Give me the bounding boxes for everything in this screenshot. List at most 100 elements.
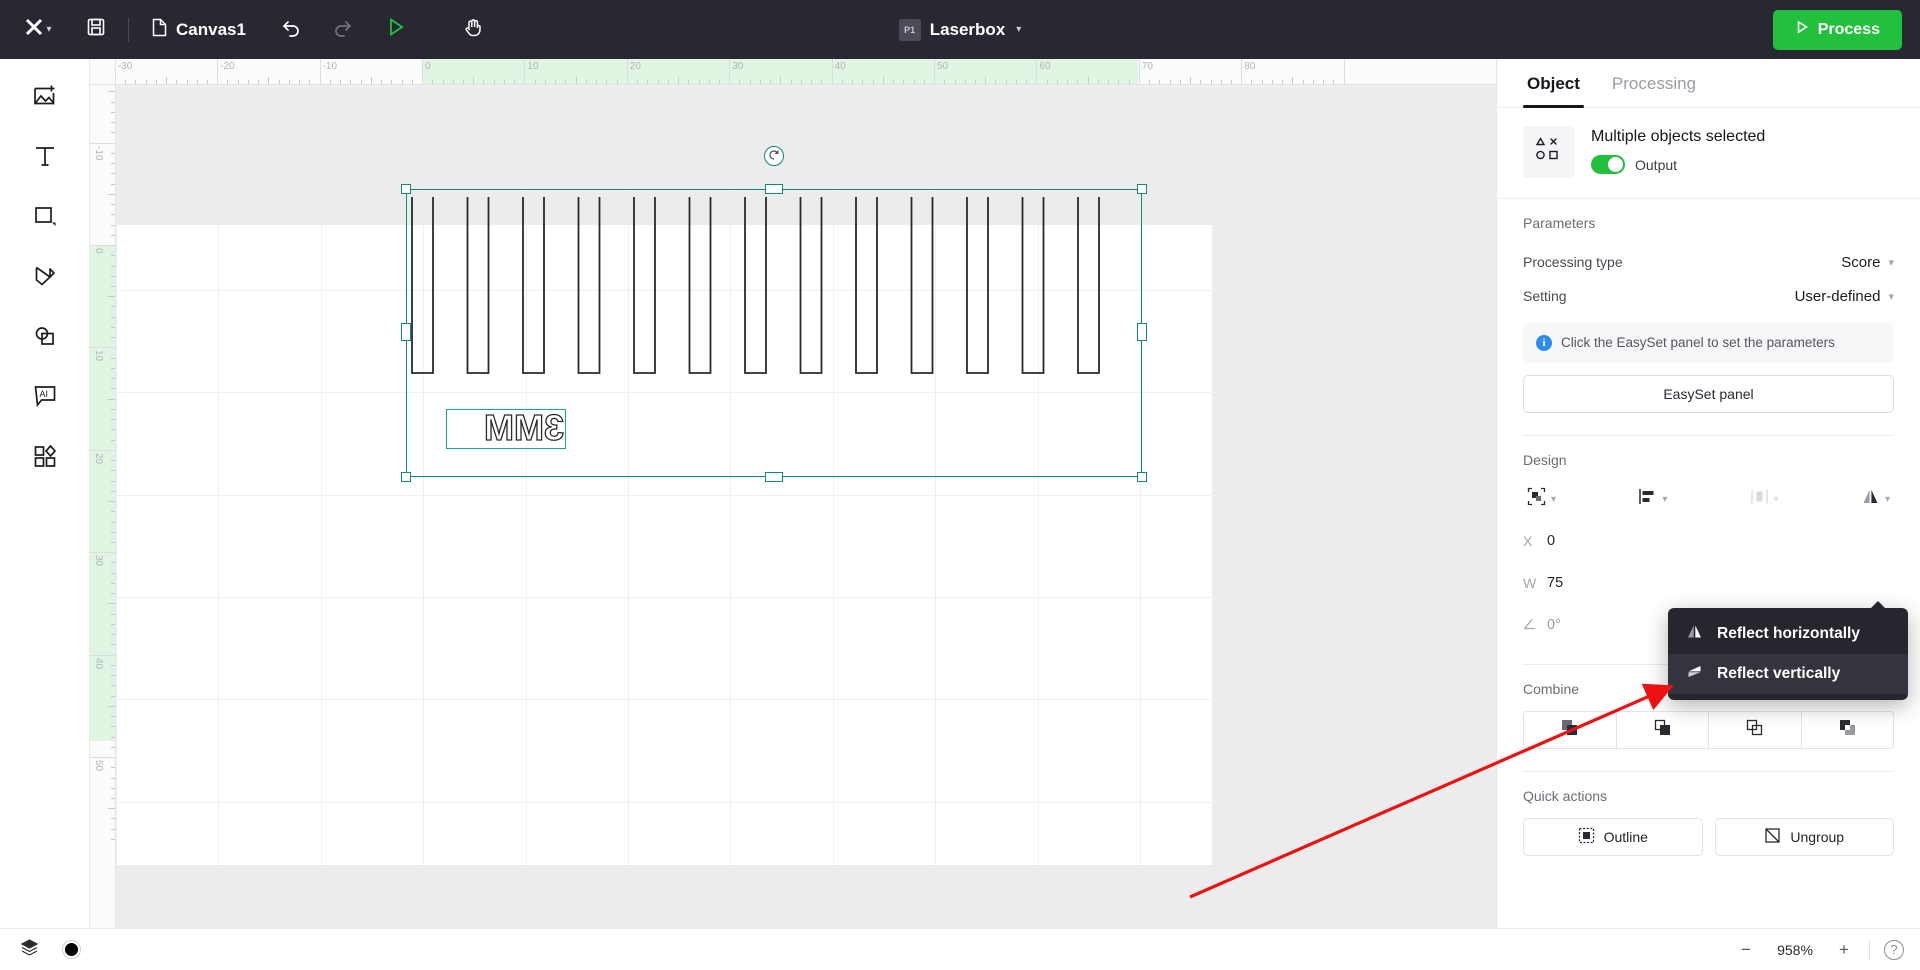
redo-icon	[331, 16, 353, 43]
ruler-label-h: 60	[1039, 61, 1051, 72]
reflect-tool[interactable]: ▾	[1857, 482, 1894, 516]
canvas-area[interactable]: -30 -20 -10 0 10 20 30 40 50 60 70 80 -10 0 10 20 30 40 5…	[90, 59, 1496, 928]
arrange-tool[interactable]: ▾	[1523, 482, 1560, 516]
ruler-label-h: 0	[425, 61, 431, 72]
tab-object[interactable]: Object	[1523, 59, 1584, 108]
easyset-panel-button[interactable]: EasySet panel	[1523, 375, 1894, 414]
outline-button-label: Outline	[1603, 829, 1648, 846]
ruler-corner	[90, 59, 116, 85]
text-icon	[32, 143, 58, 174]
selection-bounding-box[interactable]	[406, 189, 1142, 477]
zoom-in-button[interactable]: +	[1833, 940, 1855, 960]
svg-text:AI: AI	[39, 389, 48, 399]
zoom-value[interactable]: 958%	[1771, 942, 1819, 958]
x-label: X	[1523, 533, 1533, 550]
save-button[interactable]	[76, 10, 116, 50]
intersect-icon	[1745, 718, 1764, 742]
output-toggle-label: Output	[1635, 156, 1678, 173]
tool-shape[interactable]	[22, 195, 68, 241]
process-button-label: Process	[1817, 20, 1880, 38]
toggle-knob	[1608, 157, 1623, 172]
handle-bottom-center[interactable]	[765, 472, 783, 482]
design-title: Design	[1523, 452, 1567, 469]
tool-ai[interactable]: AI	[22, 375, 68, 421]
canvas-stage[interactable]: 3MM	[116, 85, 1496, 928]
tool-text[interactable]	[22, 135, 68, 181]
ungroup-button-label: Ungroup	[1790, 829, 1845, 846]
w-field[interactable]: W 75	[1523, 566, 1709, 600]
handle-top-center[interactable]	[765, 184, 783, 194]
chevron-down-icon: ▾	[1888, 256, 1894, 269]
ruler-label-v: 0	[93, 248, 104, 254]
exclude-icon	[1838, 718, 1857, 742]
reflect-dropdown-menu: Reflect horizontally Reflect vertically	[1668, 601, 1908, 700]
y-field[interactable]	[1709, 524, 1895, 558]
object-summary-row: Multiple objects selected Output	[1497, 108, 1920, 199]
processing-type-value: Score	[1841, 253, 1881, 271]
app-logo-button[interactable]: ▾	[18, 10, 58, 50]
x-field[interactable]: X 0	[1523, 524, 1709, 558]
chevron-down-icon[interactable]: ▾	[1016, 24, 1021, 35]
help-button[interactable]: ?	[1884, 939, 1904, 960]
tool-image-add[interactable]	[22, 75, 68, 121]
handle-left-middle[interactable]	[401, 323, 411, 341]
menu-item-reflect-horizontally[interactable]: Reflect horizontally	[1668, 614, 1908, 654]
rotate-handle[interactable]	[764, 146, 784, 166]
vertical-ruler[interactable]: -10 0 10 20 30 40 50	[90, 85, 116, 928]
ruler-label-h: 40	[834, 61, 846, 72]
undo-button[interactable]	[272, 10, 312, 50]
arrange-icon	[1527, 487, 1546, 511]
color-swatch	[62, 941, 80, 958]
output-toggle[interactable]	[1591, 155, 1625, 174]
parameters-title: Parameters	[1523, 215, 1596, 231]
ruler-label-v: 20	[93, 452, 104, 464]
handle-top-left[interactable]	[401, 184, 411, 194]
shapes-combine-icon	[32, 323, 58, 354]
horizontal-ruler[interactable]: -30 -20 -10 0 10 20 30 40 50 60 70 80	[116, 59, 1496, 85]
combine-unite-button[interactable]	[1523, 711, 1616, 750]
grid-line-h	[116, 85, 1496, 86]
play-icon	[1795, 20, 1809, 39]
position-row: X 0	[1523, 524, 1894, 558]
processing-type-select[interactable]: Score ▾	[1841, 254, 1894, 271]
layers-button[interactable]	[16, 937, 42, 963]
play-cursor-icon	[386, 17, 406, 42]
tool-elements[interactable]	[22, 435, 68, 481]
menu-item-reflect-vertically[interactable]: Reflect vertically	[1668, 654, 1908, 694]
align-left-icon	[1638, 487, 1657, 511]
handle-bottom-left[interactable]	[401, 472, 411, 482]
process-button[interactable]: Process	[1772, 9, 1902, 50]
distribute-tool: ▾	[1746, 482, 1783, 516]
ruler-label-h: 50	[937, 61, 949, 72]
zoom-out-button[interactable]: −	[1735, 940, 1757, 960]
select-tool-button[interactable]	[376, 10, 416, 50]
h-field[interactable]	[1709, 566, 1895, 600]
file-icon	[151, 18, 168, 42]
tool-shapes-combine[interactable]	[22, 315, 68, 361]
redo-button[interactable]	[322, 10, 362, 50]
align-tool[interactable]: ▾	[1634, 482, 1671, 516]
combine-subtract-button[interactable]	[1615, 711, 1708, 750]
tool-pen[interactable]	[22, 255, 68, 301]
ruler-label-h: -20	[220, 61, 235, 72]
chevron-down-icon: ▾	[1551, 493, 1557, 505]
reflect-icon	[1861, 487, 1880, 511]
ungroup-button[interactable]: Ungroup	[1714, 818, 1894, 857]
ruler-label-h: 20	[629, 61, 641, 72]
setting-select[interactable]: User-defined ▾	[1795, 288, 1894, 305]
pan-tool-button[interactable]	[454, 10, 494, 50]
combine-intersect-button[interactable]	[1708, 711, 1801, 750]
ruler-label-v: -10	[93, 145, 104, 161]
handle-top-right[interactable]	[1137, 184, 1147, 194]
ruler-label-v: 10	[93, 350, 104, 362]
handle-right-middle[interactable]	[1137, 323, 1147, 341]
setting-value: User-defined	[1794, 287, 1881, 305]
canvas-tab[interactable]: Canvas1	[141, 10, 256, 50]
handle-bottom-right[interactable]	[1137, 472, 1147, 482]
outline-button[interactable]: Outline	[1523, 818, 1703, 857]
combine-exclude-button[interactable]	[1800, 711, 1894, 750]
color-swatch-button[interactable]	[58, 937, 84, 963]
menu-item-label: Reflect horizontally	[1717, 625, 1860, 642]
tab-processing[interactable]: Processing	[1608, 59, 1700, 107]
toolbar-divider	[128, 17, 129, 42]
